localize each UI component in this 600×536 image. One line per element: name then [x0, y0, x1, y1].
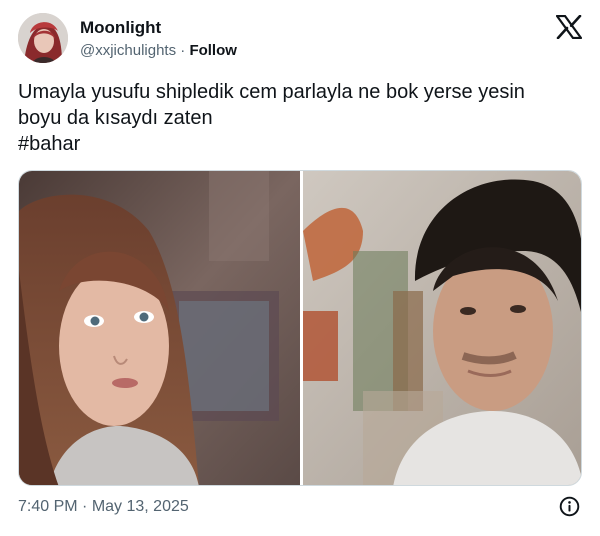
follow-button[interactable]: Follow	[189, 42, 237, 59]
timestamp[interactable]: 7:40 PM · May 13, 2025	[18, 497, 189, 517]
tweet-text: Umayla yusufu shipledik cem parlayla ne …	[18, 79, 583, 157]
timestamp-time: 7:40 PM	[18, 498, 78, 515]
handle-line: @xxjichulights · Follow	[80, 41, 237, 60]
x-logo-icon[interactable]	[555, 14, 583, 40]
tweet-card: Moonlight @xxjichulights · Follow Umayla…	[0, 0, 600, 536]
handle[interactable]: @xxjichulights	[80, 42, 176, 59]
info-circle-icon[interactable]	[559, 496, 580, 517]
avatar-image	[18, 13, 68, 63]
tweet-text-line: boyu da kısaydı zaten	[18, 107, 213, 129]
avatar[interactable]	[18, 13, 68, 63]
timestamp-date: May 13, 2025	[91, 498, 189, 515]
media-image-left[interactable]	[19, 171, 300, 485]
media-grid	[18, 170, 582, 486]
media-image-right[interactable]	[303, 171, 581, 485]
tweet-text-line: Umayla yusufu shipledik cem parlayla ne …	[18, 81, 525, 103]
display-name[interactable]: Moonlight	[80, 18, 237, 38]
hashtag-link[interactable]: #bahar	[18, 131, 583, 157]
author-info: Moonlight @xxjichulights · Follow	[80, 18, 237, 60]
handle-separator: ·	[176, 42, 190, 59]
timestamp-separator: ·	[77, 498, 92, 515]
